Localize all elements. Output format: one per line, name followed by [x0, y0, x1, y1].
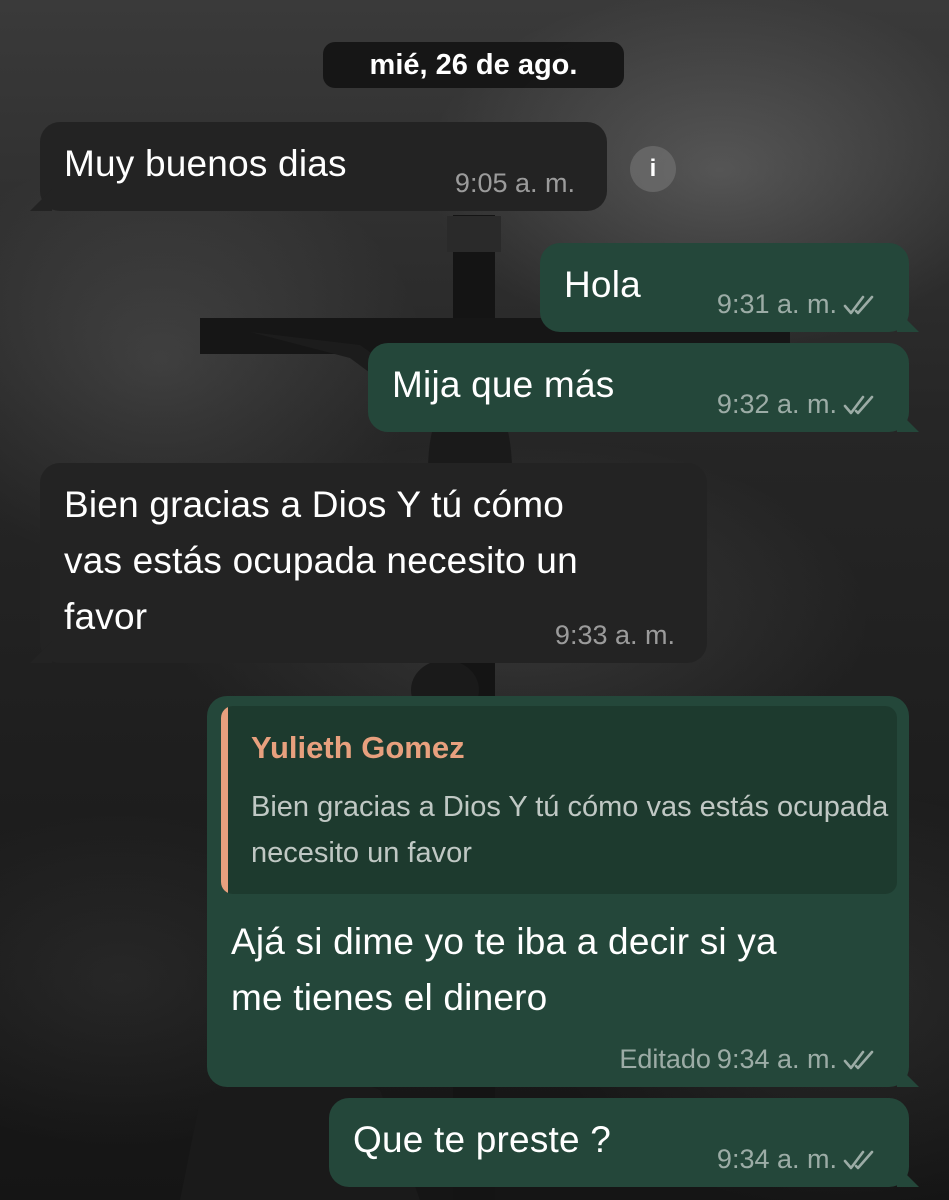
double-check-icon — [843, 1050, 874, 1069]
message-bubble-outgoing-reply[interactable]: Yulieth Gomez Bien gracias a Dios Y tú c… — [207, 696, 919, 1087]
quote-accent-bar — [221, 706, 228, 894]
info-icon[interactable]: i — [630, 146, 676, 192]
date-separator: mié, 26 de ago. — [323, 42, 624, 88]
message-bubble-incoming[interactable]: Muy buenos dias 9:05 a. m. — [30, 122, 607, 211]
message-meta: 9:31 a. m. — [717, 289, 877, 320]
message-time: 9:34 a. m. — [716, 1144, 837, 1174]
message-text: Mija que más — [392, 364, 615, 405]
message-text-line: Bien gracias a Dios Y tú cómo — [64, 484, 565, 525]
edited-label: Editado — [619, 1044, 711, 1074]
message-time: 9:31 a. m. — [716, 289, 837, 319]
message-text: Muy buenos dias — [64, 143, 347, 184]
message-bubble-outgoing[interactable]: Que te preste ? 9:34 a. m. — [329, 1098, 919, 1187]
message-time: 9:05 a. m. — [454, 168, 575, 198]
quote-author: Yulieth Gomez — [251, 730, 465, 765]
double-check-icon — [843, 1150, 874, 1169]
message-text-line: vas estás ocupada necesito un — [64, 540, 578, 581]
message-bubble-incoming[interactable]: Bien gracias a Dios Y tú cómo vas estás … — [30, 463, 707, 663]
double-check-icon — [843, 295, 874, 314]
quote-text: Bien gracias a Dios Y tú cómo vas estás … — [251, 791, 889, 869]
quoted-message[interactable]: Yulieth Gomez Bien gracias a Dios Y tú c… — [221, 706, 897, 894]
message-text: Hola — [564, 264, 641, 305]
message-meta: Editado 9:34 a. m. — [619, 1044, 877, 1075]
double-check-icon — [843, 395, 874, 414]
message-time: 9:34 a. m. — [716, 1044, 837, 1074]
message-text-line: favor — [64, 596, 148, 637]
message-meta: 9:32 a. m. — [717, 389, 877, 420]
message-meta: 9:33 a. m. — [555, 620, 675, 651]
message-text-line: Ajá si dime yo te iba a decir si ya — [231, 921, 777, 962]
message-meta: 9:34 a. m. — [717, 1144, 877, 1175]
message-text: Que te preste ? — [353, 1119, 612, 1160]
message-meta: 9:05 a. m. — [455, 168, 575, 199]
message-bubble-outgoing[interactable]: Hola 9:31 a. m. — [540, 243, 919, 332]
message-time: 9:32 a. m. — [716, 389, 837, 419]
message-time: 9:33 a. m. — [554, 620, 675, 650]
message-text-line: me tienes el dinero — [231, 977, 548, 1018]
message-bubble-outgoing[interactable]: Mija que más 9:32 a. m. — [368, 343, 919, 432]
